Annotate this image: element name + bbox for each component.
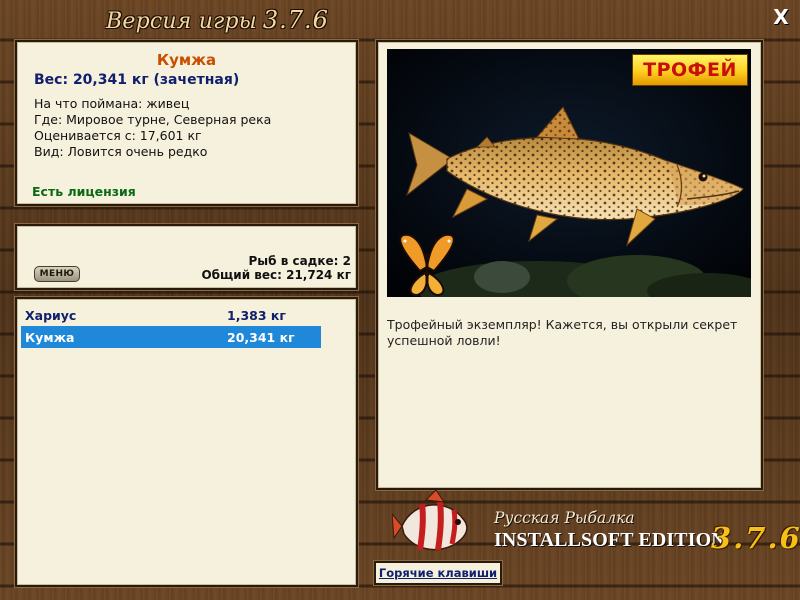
title-version: 3.7.6	[262, 6, 329, 34]
fish-type-text: Вид: Ловится очень редко	[34, 144, 208, 159]
game-logo: Русская Рыбалка INSTALLSOFT EDITION 3.7.…	[390, 488, 800, 560]
catch-name: Кумжа	[25, 330, 75, 345]
cage-total-weight: Общий вес: 21,724 кг	[201, 268, 351, 282]
window-title: Версия игры 3.7.6	[106, 6, 329, 38]
fish-photo: ТРОФЕЙ	[387, 49, 751, 297]
catch-list-panel: Хариус 1,383 кг Кумжа 20,341 кг	[15, 297, 358, 587]
fish-logo-icon	[392, 490, 468, 551]
title-text: Версия игры	[106, 9, 257, 34]
trophy-badge: ТРОФЕЙ	[632, 54, 748, 86]
catch-weight: 20,341 кг	[227, 330, 295, 345]
cage-fish-count: Рыб в садке: 2	[248, 254, 352, 268]
close-button[interactable]: X	[770, 6, 792, 28]
catch-row-selected[interactable]: Кумжа 20,341 кг	[21, 326, 321, 348]
valued-from-text: Оценивается с: 17,601 кг	[34, 128, 202, 143]
fish-name: Кумжа	[156, 51, 217, 69]
caught-on-text: На что поймана: живец	[34, 96, 190, 111]
location-text: Где: Мировое турне, Северная река	[34, 112, 272, 127]
license-status: Есть лицензия	[32, 184, 136, 199]
catch-weight: 1,383 кг	[227, 308, 286, 323]
fish-weight: Вес: 20,341 кг (зачетная)	[34, 72, 240, 88]
catch-row[interactable]: Хариус 1,383 кг	[21, 304, 321, 326]
logo-version: 3.7.6	[711, 521, 800, 555]
fish-info-panel: Кумжа Вес: 20,341 кг (зачетная) На что п…	[15, 40, 358, 206]
hotkeys-button[interactable]: Горячие клавиши	[374, 561, 502, 585]
trophy-panel: ТРОФЕЙ Трофейный экземпляр! Кажется, вы …	[376, 40, 763, 490]
trophy-message: Трофейный экземпляр! Кажется, вы открыли…	[387, 317, 738, 348]
logo-edition: INSTALLSOFT EDITION	[494, 529, 726, 551]
cage-summary-panel: МЕНЮ Рыб в садке: 2 Общий вес: 21,724 кг	[15, 224, 358, 290]
menu-button[interactable]: МЕНЮ	[34, 266, 80, 282]
trout-illustration	[387, 49, 751, 297]
catch-name: Хариус	[25, 308, 77, 323]
logo-title: Русская Рыбалка	[494, 509, 635, 527]
